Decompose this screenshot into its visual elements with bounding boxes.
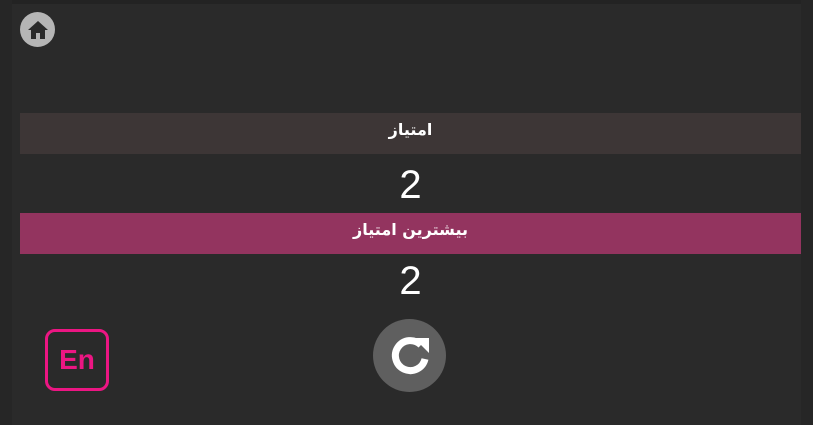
top-edge — [0, 0, 813, 4]
score-value: 2 — [399, 163, 422, 207]
home-icon — [27, 20, 48, 39]
best-score-label-bar: بیشترین امتیاز — [20, 213, 801, 254]
left-edge — [0, 0, 12, 425]
restart-icon — [391, 336, 429, 374]
home-button[interactable] — [20, 12, 55, 47]
language-toggle-button[interactable]: En — [45, 329, 109, 391]
right-edge — [801, 0, 813, 425]
score-label-bar: امتیاز — [20, 113, 801, 154]
game-over-screen: امتیاز 2 بیشترین امتیاز 2 En — [0, 0, 813, 425]
best-score-label: بیشترین امتیاز — [353, 220, 468, 239]
language-label: En — [59, 344, 95, 375]
score-label: امتیاز — [388, 120, 433, 139]
best-score-value: 2 — [399, 259, 422, 303]
restart-button[interactable] — [373, 319, 446, 392]
